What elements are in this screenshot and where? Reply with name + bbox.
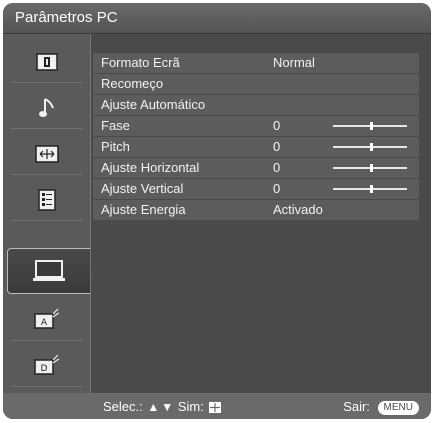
menu-button[interactable]: MENU: [377, 400, 419, 415]
sidebar-item-sound[interactable]: [11, 88, 83, 129]
select-label: Selec.:: [103, 399, 143, 414]
header-bar: Parâmetros PC: [3, 3, 431, 34]
setting-row-ajuste-vertical[interactable]: Ajuste Vertical 0: [93, 179, 419, 199]
sidebar-item-setup[interactable]: [11, 180, 83, 221]
settings-panel: Formato Ecrã Normal Recomeço Ajuste Auto…: [93, 43, 419, 391]
screen-icon: [35, 145, 59, 163]
pc-settings-screen: Parâmetros PC A D Formato Ecrã Normal Re…: [3, 3, 431, 419]
setting-label: Fase: [101, 118, 130, 133]
input-d-icon: D: [34, 354, 60, 375]
slider-track[interactable]: [333, 185, 407, 193]
svg-text:D: D: [41, 364, 48, 374]
setting-label: Ajuste Automático: [101, 97, 206, 112]
sidebar-item-screen[interactable]: [11, 134, 83, 175]
setup-list-icon: [38, 189, 56, 211]
setting-value: 0: [273, 118, 281, 133]
setting-label: Formato Ecrã: [101, 55, 180, 70]
setting-label: Pitch: [101, 139, 130, 154]
sidebar-item-input-d[interactable]: D: [11, 346, 83, 387]
footer-navigation-hint: Selec.: ▲ ▼ Sim:: [103, 399, 222, 414]
sidebar-item-input-a[interactable]: A: [11, 300, 83, 341]
setting-value: Normal: [273, 55, 315, 70]
svg-text:A: A: [41, 318, 48, 328]
setting-label: Recomeço: [101, 76, 164, 91]
enter-icon: [209, 402, 222, 414]
setting-value: Activado: [273, 202, 323, 217]
slider-knob[interactable]: [370, 185, 373, 193]
picture-icon: [36, 53, 58, 71]
arrow-down-icon: ▼: [161, 400, 174, 414]
setting-label: Ajuste Vertical: [101, 181, 184, 196]
setting-label: Ajuste Energia: [101, 202, 186, 217]
slider-track[interactable]: [333, 143, 407, 151]
setting-row-ajuste-energia[interactable]: Ajuste Energia Activado: [93, 200, 419, 220]
setting-value: 0: [273, 139, 281, 154]
slider-track[interactable]: [333, 164, 407, 172]
slider-knob[interactable]: [370, 143, 373, 151]
setting-value: 0: [273, 181, 281, 196]
setting-label: Ajuste Horizontal: [101, 160, 200, 175]
footer-exit-hint: Sair: MENU: [343, 399, 419, 415]
slider-track[interactable]: [333, 122, 407, 130]
page-title: Parâmetros PC: [15, 9, 118, 26]
setting-row-fase[interactable]: Fase 0: [93, 116, 419, 136]
arrow-up-icon: ▲: [147, 400, 160, 414]
exit-label: Sair:: [343, 399, 370, 414]
setting-value: 0: [273, 160, 281, 175]
sidebar-divider: [90, 34, 91, 393]
slider-knob[interactable]: [370, 164, 373, 172]
pc-monitor-icon: [33, 260, 65, 281]
setting-row-pitch[interactable]: Pitch 0: [93, 137, 419, 157]
sidebar-item-pc-settings[interactable]: [7, 248, 91, 294]
confirm-label: Sim:: [177, 399, 204, 414]
sidebar: A D: [3, 34, 91, 393]
sidebar-item-picture[interactable]: [11, 42, 83, 83]
setting-row-ajuste-horizontal[interactable]: Ajuste Horizontal 0: [93, 158, 419, 178]
music-note-icon: [39, 98, 54, 117]
setting-row-recomeco[interactable]: Recomeço: [93, 74, 419, 94]
input-a-icon: A: [34, 308, 60, 329]
slider-knob[interactable]: [370, 122, 373, 130]
setting-row-ajuste-automatico[interactable]: Ajuste Automático: [93, 95, 419, 115]
setting-row-formato-ecra[interactable]: Formato Ecrã Normal: [93, 53, 419, 73]
footer-bar: Selec.: ▲ ▼ Sim: Sair: MENU: [3, 393, 431, 419]
